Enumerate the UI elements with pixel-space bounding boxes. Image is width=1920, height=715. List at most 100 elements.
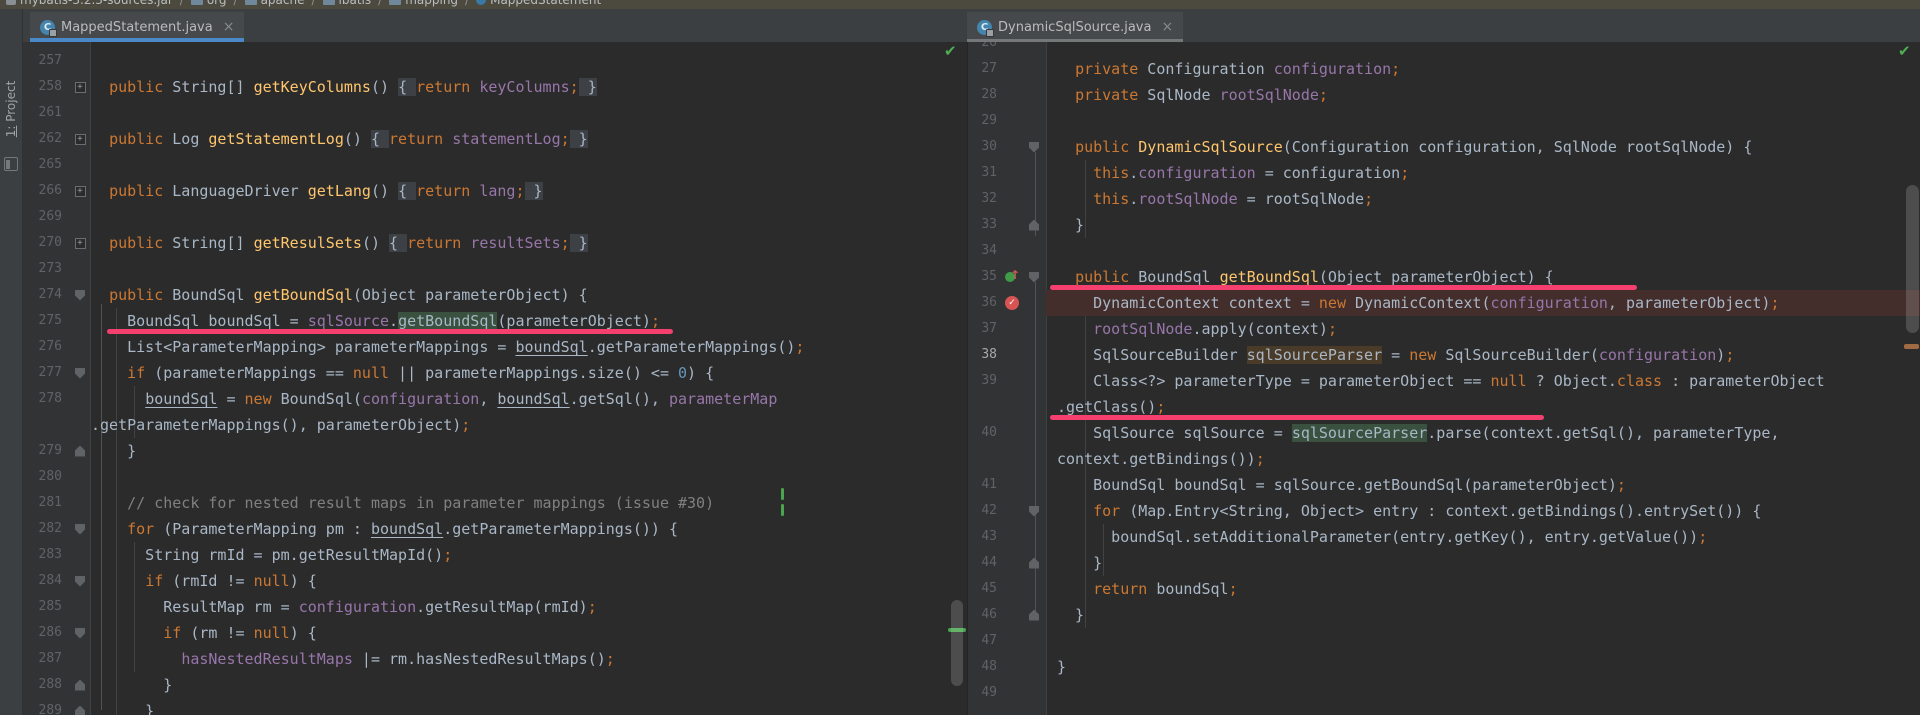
code-text[interactable]: rootSqlNode.apply(context);: [1046, 316, 1920, 342]
line-number[interactable]: 283: [22, 542, 70, 568]
code-text[interactable]: return boundSql;: [1046, 576, 1920, 602]
code-line-34[interactable]: 34: [968, 238, 1920, 264]
fold-marker[interactable]: [75, 679, 85, 691]
code-line-45[interactable]: 45 return boundSql;: [968, 576, 1920, 602]
line-number[interactable]: 37: [968, 316, 1002, 342]
line-number[interactable]: 42: [968, 498, 1002, 524]
code-line-284[interactable]: 284 if (rmId != null) {: [22, 568, 967, 594]
line-number[interactable]: [22, 412, 70, 438]
code-line-276[interactable]: 276 List<ParameterMapping> parameterMapp…: [22, 334, 967, 360]
line-number[interactable]: 35: [968, 264, 1002, 290]
line-number[interactable]: 27: [968, 56, 1002, 82]
fold-marker[interactable]: [75, 575, 85, 587]
line-number[interactable]: 40: [968, 420, 1002, 446]
code-line-39[interactable]: 39 Class<?> parameterType = parameterObj…: [968, 368, 1920, 394]
fold-marker[interactable]: [75, 523, 85, 535]
line-number[interactable]: 32: [968, 186, 1002, 212]
code-line-46[interactable]: 46 }: [968, 602, 1920, 628]
code-line-282[interactable]: 282 for (ParameterMapping pm : boundSql.…: [22, 516, 967, 542]
fold-marker[interactable]: [74, 237, 86, 249]
line-number[interactable]: 288: [22, 672, 70, 698]
code-text[interactable]: }: [90, 438, 967, 464]
code-line-33[interactable]: 33 }: [968, 212, 1920, 238]
line-number[interactable]: 265: [22, 152, 70, 178]
fold-marker[interactable]: [1029, 271, 1039, 283]
line-number[interactable]: 49: [968, 680, 1002, 706]
code-text[interactable]: public LanguageDriver getLang() { return…: [90, 178, 967, 204]
code-text[interactable]: [90, 152, 967, 178]
code-line-wrap[interactable]: .getParameterMappings(), parameterObject…: [22, 412, 967, 438]
line-number[interactable]: 285: [22, 594, 70, 620]
close-icon[interactable]: ×: [1161, 19, 1173, 35]
code-text[interactable]: [1046, 628, 1920, 654]
code-text[interactable]: BoundSql boundSql = sqlSource.getBoundSq…: [90, 308, 967, 334]
code-line-35[interactable]: 35 ↑ public BoundSql getBoundSql(Object p…: [968, 264, 1920, 290]
code-line-30[interactable]: 30 public DynamicSqlSource(Configuration…: [968, 134, 1920, 160]
fold-marker[interactable]: [1029, 505, 1039, 517]
code-line-285[interactable]: 285 ResultMap rm = configuration.getResu…: [22, 594, 967, 620]
code-text[interactable]: SqlSource sqlSource = sqlSourceParser.pa…: [1046, 420, 1920, 446]
code-text[interactable]: private SqlNode rootSqlNode;: [1046, 82, 1920, 108]
line-number[interactable]: 279: [22, 438, 70, 464]
code-line-48[interactable]: 48}: [968, 654, 1920, 680]
code-line-43[interactable]: 43 boundSql.setAdditionalParameter(entry…: [968, 524, 1920, 550]
fold-marker[interactable]: [75, 705, 85, 715]
line-number[interactable]: [968, 394, 1002, 420]
fold-marker[interactable]: [1029, 609, 1039, 621]
code-text[interactable]: public DynamicSqlSource(Configuration co…: [1046, 134, 1920, 160]
fold-marker[interactable]: [75, 367, 85, 379]
close-icon[interactable]: ×: [223, 19, 235, 35]
code-line-40[interactable]: 40 SqlSource sqlSource = sqlSourceParser…: [968, 420, 1920, 446]
code-line-44[interactable]: 44 }: [968, 550, 1920, 576]
line-number[interactable]: 275: [22, 308, 70, 334]
line-number[interactable]: 31: [968, 160, 1002, 186]
sidebar-item-project[interactable]: 1: Project: [4, 81, 18, 138]
line-number[interactable]: 284: [22, 568, 70, 594]
code-text[interactable]: public String[] getResulSets() { return …: [90, 230, 967, 256]
scrollbar-thumb[interactable]: [1906, 185, 1919, 333]
line-number[interactable]: 28: [968, 82, 1002, 108]
fold-marker[interactable]: [1029, 557, 1039, 569]
override-method-icon[interactable]: ↑: [1002, 264, 1022, 290]
fold-marker[interactable]: [1029, 141, 1039, 153]
line-number[interactable]: 33: [968, 212, 1002, 238]
fold-marker[interactable]: [74, 81, 86, 93]
line-number[interactable]: 286: [22, 620, 70, 646]
line-number[interactable]: 277: [22, 360, 70, 386]
code-text[interactable]: public Log getStatementLog() { return st…: [90, 126, 967, 152]
breadcrumb-item[interactable]: mapping: [389, 0, 458, 7]
code-text[interactable]: public String[] getKeyColumns() { return…: [90, 74, 967, 100]
code-text[interactable]: DynamicContext context = new DynamicCont…: [1046, 290, 1920, 316]
code-text[interactable]: public BoundSql getBoundSql(Object param…: [90, 282, 967, 308]
code-text[interactable]: }: [90, 672, 967, 698]
code-line-265[interactable]: 265: [22, 152, 967, 178]
code-text[interactable]: this.rootSqlNode = rootSqlNode;: [1046, 186, 1920, 212]
line-number[interactable]: 270: [22, 230, 70, 256]
code-line-289[interactable]: 289 }: [22, 698, 967, 715]
code-text[interactable]: [90, 48, 967, 74]
line-number[interactable]: 276: [22, 334, 70, 360]
code-line-49[interactable]: 49: [968, 680, 1920, 706]
code-line-47[interactable]: 47: [968, 628, 1920, 654]
code-text[interactable]: }: [90, 698, 967, 715]
code-text[interactable]: boundSql.setAdditionalParameter(entry.ge…: [1046, 524, 1920, 550]
code-line-279[interactable]: 279 }: [22, 438, 967, 464]
code-line-286[interactable]: 286 if (rm != null) {: [22, 620, 967, 646]
code-line-261[interactable]: 261: [22, 100, 967, 126]
inspection-ok-icon[interactable]: ✔: [944, 43, 957, 59]
code-line-277[interactable]: 277 if (parameterMappings == null || par…: [22, 360, 967, 386]
line-number[interactable]: 34: [968, 238, 1002, 264]
code-text[interactable]: [90, 100, 967, 126]
code-line-275[interactable]: 275 BoundSql boundSql = sqlSource.getBou…: [22, 308, 967, 334]
breadcrumb-item[interactable]: ibatis: [322, 0, 371, 7]
code-text[interactable]: List<ParameterMapping> parameterMappings…: [90, 334, 967, 360]
line-number[interactable]: 269: [22, 204, 70, 230]
line-number[interactable]: 274: [22, 282, 70, 308]
fold-marker[interactable]: [75, 445, 85, 457]
tab-dynamicsqlsource[interactable]: C DynamicSqlSource.java ×: [967, 12, 1184, 42]
fold-marker[interactable]: [75, 627, 85, 639]
line-number[interactable]: 46: [968, 602, 1002, 628]
code-text[interactable]: [1046, 108, 1920, 134]
line-number[interactable]: 47: [968, 628, 1002, 654]
line-number[interactable]: 45: [968, 576, 1002, 602]
